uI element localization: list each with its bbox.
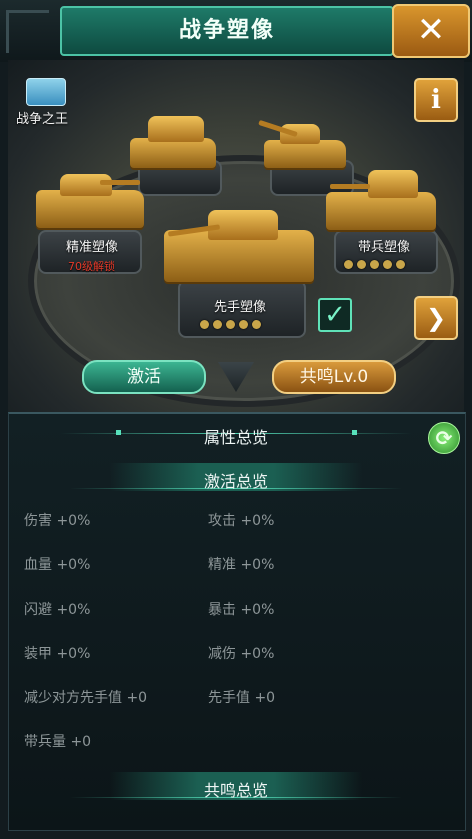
star-slots <box>200 320 261 329</box>
king-chest-icon[interactable] <box>26 78 66 106</box>
attr-crit: 暴击 +0% <box>208 602 275 618</box>
activate-button[interactable]: 激活 <box>82 360 206 394</box>
page-title: 战争塑像 <box>178 18 275 43</box>
statue-artillery-tank[interactable] <box>264 140 346 168</box>
attr-damage-reduction: 减伤 +0% <box>208 646 275 662</box>
activation-title: 激活总览 <box>203 472 268 491</box>
attr-dodge: 闪避 +0% <box>24 602 91 618</box>
statue-label-troops: 带兵塑像 <box>357 240 410 255</box>
attr-enemy-initiative-reduction: 减少对方先手值 +0 <box>24 690 148 706</box>
statue-rocket-tank[interactable] <box>130 138 216 168</box>
lock-text: 70级解锁 <box>68 260 115 273</box>
attr-initiative: 先手值 +0 <box>208 690 276 706</box>
overview-title: 属性总览 <box>203 428 268 447</box>
resonance-button[interactable]: 共鸣Lv.0 <box>272 360 396 394</box>
checkmark-icon[interactable]: ✓ <box>318 298 352 332</box>
screen: 战争塑像 ✕ 精准塑像 70级解锁 带兵塑像 先手塑像 ✓ 战争之王 i ❯ 激… <box>0 0 472 839</box>
next-arrow-button[interactable]: ❯ <box>414 296 458 340</box>
refresh-icon[interactable]: ⟳ <box>428 422 460 454</box>
attr-troop-capacity: 带兵量 +0 <box>24 734 92 750</box>
attr-attack: 攻击 +0% <box>208 513 275 529</box>
attr-hp: 血量 +0% <box>24 557 91 573</box>
troops-barrel <box>330 184 370 189</box>
precision-turret <box>60 174 112 196</box>
header-bar: 战争塑像 ✕ <box>0 0 472 62</box>
troops-turret <box>368 170 418 198</box>
precision-barrel <box>100 180 140 185</box>
close-button[interactable]: ✕ <box>392 4 470 58</box>
star-slots <box>344 260 405 269</box>
attr-armor: 装甲 +0% <box>24 646 91 662</box>
resonance-title: 共鸣总览 <box>203 781 268 800</box>
attr-damage: 伤害 +0% <box>24 513 91 529</box>
king-label: 战争之王 <box>16 112 69 127</box>
statue-label-first-strike: 先手塑像 <box>213 300 266 315</box>
corner-decoration <box>6 10 49 53</box>
info-button[interactable]: i <box>414 78 458 122</box>
attr-precision: 精准 +0% <box>208 557 275 573</box>
close-icon: ✕ <box>416 10 446 50</box>
statue-label-precision: 精准塑像 <box>65 240 118 255</box>
rocket-launcher <box>148 116 204 142</box>
